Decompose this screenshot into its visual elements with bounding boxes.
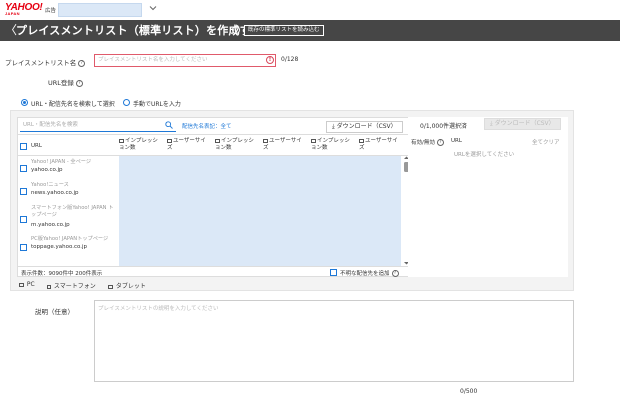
chevron-down-icon[interactable] [149, 4, 157, 12]
col-impressions: インプレッション数 [215, 138, 254, 151]
table-footer: 表示件数：9090件中 200件表示 不明な配信先を追加? [18, 266, 416, 278]
selected-count: 0/1,000件選択済 [420, 123, 468, 130]
col-user-size: ユーザーサイズ [263, 138, 302, 151]
col-url: URL [31, 143, 42, 149]
url-rows: Yahoo! JAPAN - 全ページ yahoo.co.jp Yahoo!ニュ… [18, 156, 416, 266]
unknown-destination-label: 不明な配信先を追加? [340, 269, 399, 277]
smartphone-icon [47, 284, 51, 289]
row-checkbox[interactable] [20, 244, 27, 251]
yahoo-logo[interactable]: YAHOO! JAPAN [5, 3, 43, 16]
selected-url-panel: 0/1,000件選択済 ⤓ ダウンロード（CSV） 有効/無効? URL 全てク… [408, 117, 568, 277]
page-title: プレイスメントリスト（標準リスト）を作成する [16, 24, 263, 37]
help-icon[interactable]: ? [75, 79, 83, 87]
help-icon[interactable]: ? [232, 26, 240, 34]
tablet-icon [359, 138, 364, 143]
row-title: PC版Yahoo! JAPANトップページ [31, 236, 109, 242]
legend-tablet: タブレット [108, 281, 146, 290]
top-bar: YAHOO! JAPAN 広告 [0, 0, 620, 20]
search-icon[interactable] [165, 121, 173, 129]
col-valid: 有効/無効? [411, 138, 444, 146]
title-bar: 〈 プレイスメントリスト（標準リスト）を作成する ? 既存の標準リストを読み込む [0, 20, 620, 41]
empty-message: URLを選択してください [454, 152, 515, 158]
url-search-table: URL・配信先名を検索 配信先名表記：全て ⤓ ダウンロード（CSV） URL … [17, 117, 417, 277]
row-checkbox[interactable] [20, 216, 27, 223]
help-icon[interactable]: ? [78, 59, 86, 67]
clear-all-link[interactable]: 全てクリア [532, 138, 560, 146]
name-counter: 0/128 [281, 56, 299, 63]
row-url: yahoo.co.jp [31, 167, 63, 173]
row-checkbox[interactable] [20, 188, 27, 195]
pc-icon [119, 138, 124, 143]
pc-icon [167, 138, 172, 143]
url-selection-panel: URL・配信先名を検索 配信先名表記：全て ⤓ ダウンロード（CSV） URL … [10, 110, 574, 291]
row-url: news.yahoo.co.jp [31, 190, 79, 196]
row-url: m.yahoo.co.jp [31, 222, 70, 228]
error-icon: ! [266, 56, 274, 64]
url-search-input[interactable]: URL・配信先名を検索 [20, 120, 176, 132]
radio-search-label[interactable]: URL・配信先名を検索して選択 [31, 99, 115, 108]
tablet-icon [108, 284, 113, 289]
download-csv-button[interactable]: ⤓ ダウンロード（CSV） [326, 121, 403, 133]
name-label: プレイスメントリスト名? [5, 57, 86, 67]
col-url: URL [451, 138, 462, 144]
help-icon[interactable]: ? [391, 270, 399, 277]
unknown-destination-checkbox[interactable] [330, 269, 337, 276]
download-selected-csv-button[interactable]: ⤓ ダウンロード（CSV） [484, 118, 561, 130]
table-header: URL インプレッション数 ユーザーサイズ インプレッション数 ユーザーサイズ … [18, 134, 416, 156]
row-checkbox[interactable] [20, 165, 27, 172]
legend-pc: PC [19, 281, 35, 288]
col-user-size: ユーザーサイズ [167, 138, 206, 151]
radio-manual[interactable] [123, 99, 130, 106]
radio-manual-label[interactable]: 手動でURLを入力 [133, 99, 181, 108]
description-textarea[interactable]: プレイスメントリストの説明を入力してください [94, 300, 574, 382]
display-name-link[interactable]: 配信先名表記：全て [182, 122, 232, 130]
col-impressions: インプレッション数 [311, 138, 350, 151]
radio-search[interactable] [21, 99, 28, 106]
url-label: URL登録? [48, 77, 83, 87]
description-label: 説明（任意） [35, 308, 74, 316]
smartphone-icon [263, 138, 268, 143]
load-standard-list-button[interactable]: 既存の標準リストを読み込む [244, 25, 324, 36]
row-url: toppage.yahoo.co.jp [31, 244, 88, 250]
pc-icon [19, 282, 24, 287]
description-counter: 0/500 [460, 388, 478, 395]
list-name-input[interactable]: プレイスメントリスト名を入力してください [94, 54, 276, 67]
help-icon[interactable]: ? [436, 139, 444, 146]
account-selector[interactable] [58, 3, 142, 17]
row-title: Yahoo!ニュース [31, 182, 69, 188]
row-title: Yahoo! JAPAN - 全ページ [31, 159, 92, 165]
col-user-size: ユーザーサイズ [359, 138, 398, 151]
select-all-checkbox[interactable] [20, 143, 27, 150]
col-impressions: インプレッション数 [119, 138, 158, 151]
result-count: 表示件数：9090件中 200件表示 [21, 271, 103, 277]
legend-smartphone: スマートフォン [47, 281, 96, 290]
smartphone-icon [215, 138, 220, 143]
ads-label: 広告 [45, 8, 57, 14]
tablet-icon [311, 138, 316, 143]
row-title: スマートフォン版Yahoo! JAPAN トップページ [31, 205, 114, 218]
